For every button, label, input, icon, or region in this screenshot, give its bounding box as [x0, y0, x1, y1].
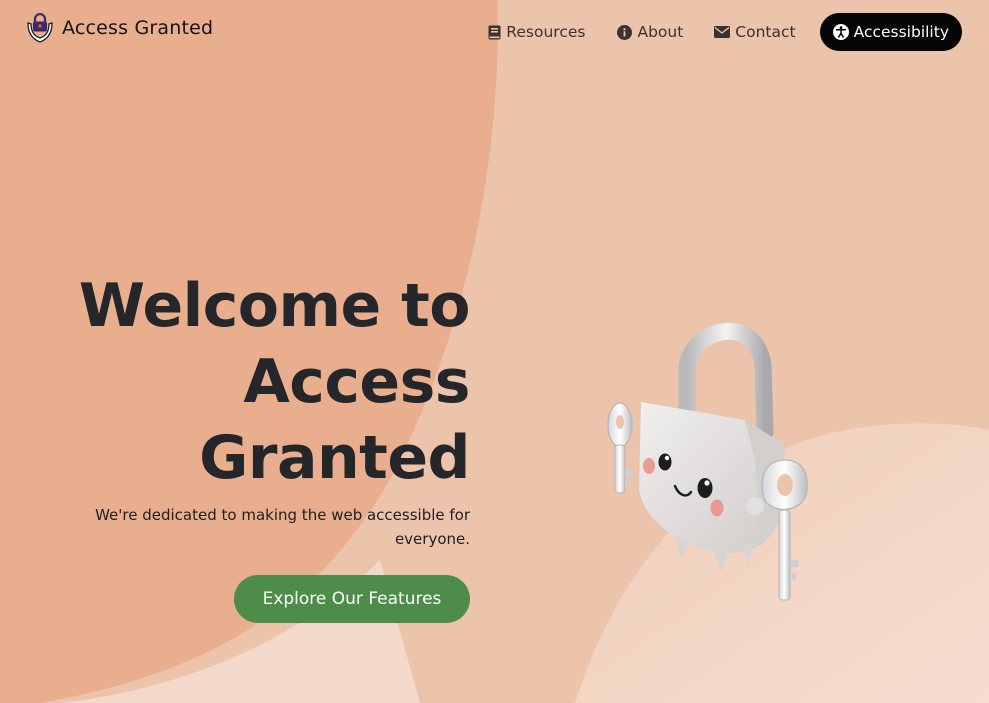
hero-title-line: Access — [243, 347, 470, 417]
explore-features-button[interactable]: Explore Our Features — [234, 575, 470, 623]
nav-link-label: Contact — [735, 23, 796, 41]
hero-title-line: Welcome to — [78, 271, 471, 341]
main-nav: Resources About Contact Accessibility — [488, 13, 962, 51]
nav-link-contact[interactable]: Contact — [714, 23, 796, 41]
brand-name: Access Granted — [62, 17, 214, 39]
hero-subtitle: We're dedicated to making the web access… — [95, 506, 470, 548]
accessibility-icon — [832, 24, 849, 40]
lock-mascot-illustration — [607, 322, 808, 601]
accessibility-button-label: Accessibility — [853, 23, 949, 41]
hero-title-line: Granted — [199, 423, 470, 493]
accessibility-button[interactable]: Accessibility — [819, 13, 962, 51]
nav-link-about[interactable]: About — [617, 23, 683, 41]
book-icon — [488, 25, 501, 39]
landing-page: Access Granted Resources About Contact A… — [0, 0, 989, 703]
hands-lock-icon — [27, 13, 53, 43]
hero-title: Welcome to Access Granted — [30, 268, 471, 496]
nav-link-label: Resources — [506, 23, 586, 41]
nav-link-label: About — [637, 23, 684, 41]
envelope-icon — [714, 26, 731, 38]
brand-logo[interactable]: Access Granted — [26, 13, 213, 43]
info-icon — [617, 24, 633, 40]
nav-link-resources[interactable]: Resources — [488, 23, 585, 41]
